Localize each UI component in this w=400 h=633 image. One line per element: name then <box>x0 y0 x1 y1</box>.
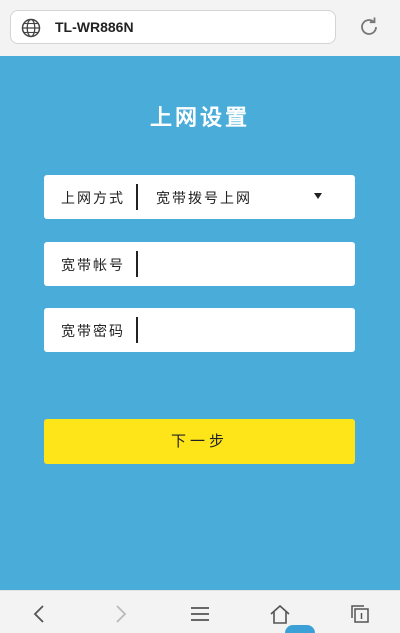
connection-type-value: 宽带拨号上网 <box>156 191 252 207</box>
password-input[interactable] <box>144 314 348 346</box>
tabs-icon[interactable] <box>349 603 371 625</box>
browser-top-bar: TL-WR886N <box>0 0 400 56</box>
account-field[interactable]: 宽带帐号 <box>44 242 355 286</box>
globe-icon <box>21 18 41 38</box>
home-icon[interactable] <box>269 603 291 625</box>
next-button[interactable]: 下一步 <box>44 419 355 464</box>
account-input[interactable] <box>144 248 348 280</box>
page-title: 上网设置 <box>149 105 250 131</box>
account-label: 宽带帐号 <box>61 258 125 274</box>
address-text: TL-WR886N <box>55 19 134 35</box>
field-divider <box>136 317 138 343</box>
address-bar[interactable]: TL-WR886N <box>10 10 336 44</box>
menu-icon[interactable] <box>189 603 211 625</box>
dropdown-arrow-icon[interactable] <box>314 193 322 199</box>
password-field[interactable]: 宽带密码 <box>44 308 355 352</box>
back-icon[interactable] <box>29 603 51 625</box>
browser-bottom-bar <box>0 590 400 629</box>
field-divider <box>136 184 138 210</box>
connection-type-select[interactable]: 上网方式 宽带拨号上网 <box>44 175 355 219</box>
assistant-bubble-icon[interactable] <box>285 625 315 633</box>
forward-icon[interactable] <box>109 603 131 625</box>
reload-icon[interactable] <box>357 15 381 39</box>
password-label: 宽带密码 <box>61 324 125 340</box>
field-divider <box>136 251 138 277</box>
connection-type-label: 上网方式 <box>61 191 125 207</box>
router-setup-page: 上网设置 上网方式 宽带拨号上网 宽带帐号 宽带密码 下一步 <box>0 56 400 590</box>
